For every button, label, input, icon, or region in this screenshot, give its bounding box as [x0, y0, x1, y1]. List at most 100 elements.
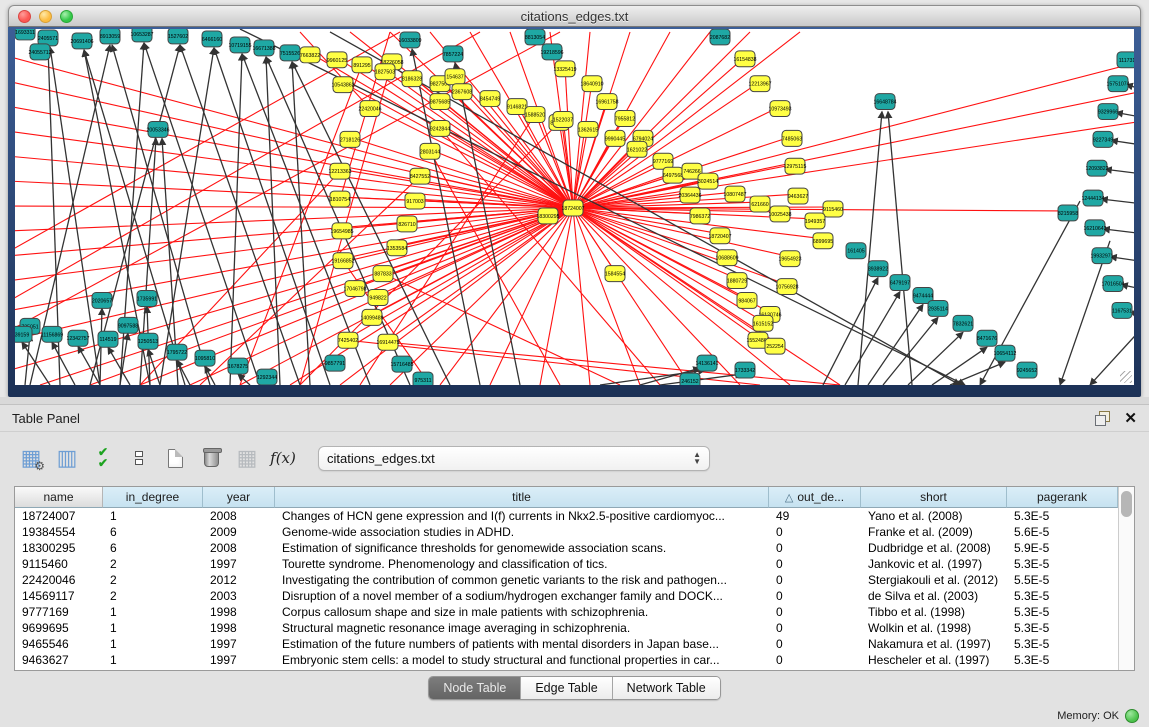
table-cell[interactable]: 2008: [203, 540, 275, 556]
table-cell[interactable]: 2009: [203, 524, 275, 540]
graph-node[interactable]: 12213363: [328, 163, 351, 179]
tab-edge-table[interactable]: Edge Table: [521, 677, 612, 699]
table-cell[interactable]: 2012: [203, 572, 275, 588]
graph-node[interactable]: 2020657: [92, 293, 112, 309]
graph-node[interactable]: 9245652: [1017, 362, 1037, 378]
graph-node[interactable]: 1693311: [15, 29, 35, 40]
delete-column-button[interactable]: [196, 443, 226, 473]
table-cell[interactable]: 18300295: [15, 540, 103, 556]
table-cell[interactable]: 0: [769, 636, 861, 652]
table-cell[interactable]: 6: [103, 540, 203, 556]
graph-node[interactable]: 10973493: [768, 101, 791, 117]
table-cell[interactable]: 1: [103, 636, 203, 652]
table-cell[interactable]: Disruption of a novel member of a sodium…: [275, 588, 769, 604]
graph-node[interactable]: 114519: [98, 331, 118, 347]
table-cell[interactable]: 9465546: [15, 636, 103, 652]
scrollbar-thumb[interactable]: [1121, 491, 1132, 517]
graph-node[interactable]: 2087682: [710, 29, 730, 45]
graph-node[interactable]: 16961758: [595, 94, 618, 110]
table-row[interactable]: 969969511998Structural magnetic resonanc…: [15, 620, 1118, 636]
table-cell[interactable]: 22420046: [15, 572, 103, 588]
memory-indicator[interactable]: [1125, 709, 1139, 723]
graph-node[interactable]: 17016504: [1101, 276, 1124, 292]
table-cell[interactable]: Franke et al. (2009): [861, 524, 1007, 540]
graph-node[interactable]: 8454749: [480, 91, 500, 107]
graph-node[interactable]: 9097588: [118, 317, 138, 333]
graph-node[interactable]: 10756928: [775, 279, 798, 295]
table-cell[interactable]: 5.5E-5: [1007, 572, 1118, 588]
graph-node[interactable]: 7857224: [443, 46, 463, 62]
graph-node[interactable]: 6497568: [663, 167, 683, 183]
table-cell[interactable]: 0: [769, 604, 861, 620]
network-canvas[interactable]: 1693311240557120691406891305910653287152…: [15, 29, 1134, 385]
citation-graph[interactable]: 1693311240557120691406891305910653287152…: [15, 29, 1134, 385]
tab-node-table[interactable]: Node Table: [429, 677, 521, 699]
graph-node[interactable]: 1880729: [727, 273, 747, 289]
graph-node[interactable]: 7515526: [280, 45, 300, 61]
graph-node[interactable]: 1353584: [387, 240, 407, 256]
graph-node[interactable]: 18720407: [708, 228, 731, 244]
graph-node[interactable]: 2935114: [928, 300, 948, 316]
graph-node[interactable]: 1167531: [1112, 302, 1132, 318]
graph-node[interactable]: 2803144: [420, 143, 440, 159]
table-cell[interactable]: 5.3E-5: [1007, 604, 1118, 620]
table-cell[interactable]: 2: [103, 588, 203, 604]
select-column-button[interactable]: ▥: [52, 443, 82, 473]
table-cell[interactable]: 5.3E-5: [1007, 556, 1118, 572]
table-cell[interactable]: Genome-wide association studies in ADHD.: [275, 524, 769, 540]
graph-node[interactable]: 20053346: [146, 121, 169, 137]
table-cell[interactable]: Hescheler et al. (1997): [861, 652, 1007, 668]
graph-node[interactable]: 24055712: [28, 44, 51, 60]
table-cell[interactable]: 19384554: [15, 524, 103, 540]
graph-node[interactable]: 16154838: [733, 51, 756, 67]
table-cell[interactable]: Nakamura et al. (1997): [861, 636, 1007, 652]
graph-node[interactable]: 11156869: [41, 326, 63, 342]
graph-node[interactable]: 6899695: [813, 233, 833, 249]
table-cell[interactable]: 2: [103, 572, 203, 588]
table-cell[interactable]: Jankovic et al. (1997): [861, 556, 1007, 572]
graph-node[interactable]: 8471676: [977, 330, 997, 346]
column-header-in_degree[interactable]: in_degree: [103, 487, 203, 508]
graph-node[interactable]: 1621022: [627, 141, 647, 157]
graph-node[interactable]: 1615152: [753, 315, 773, 331]
table-row[interactable]: 946554611997Estimation of the future num…: [15, 636, 1118, 652]
graph-node[interactable]: 826710: [397, 216, 417, 232]
graph-node[interactable]: 19166852: [331, 253, 354, 269]
graph-node[interactable]: 17046798: [343, 281, 366, 297]
tab-network-table[interactable]: Network Table: [613, 677, 720, 699]
close-icon[interactable]: ✕: [1124, 411, 1137, 426]
graph-node[interactable]: 1584554: [605, 266, 625, 282]
window-titlebar[interactable]: citations_edges.txt: [8, 5, 1141, 27]
table-cell[interactable]: 49: [769, 508, 861, 524]
table-cell[interactable]: 1998: [203, 604, 275, 620]
split-pane-divider[interactable]: [0, 397, 1149, 405]
graph-node[interactable]: 22420046: [358, 101, 381, 117]
graph-node[interactable]: 891295: [352, 57, 372, 73]
table-row[interactable]: 1830029562008Estimation of significance …: [15, 540, 1118, 556]
graph-node[interactable]: 10654112: [994, 345, 1017, 361]
graph-node[interactable]: 2367608: [452, 84, 472, 100]
graph-node[interactable]: 621660: [750, 196, 770, 212]
graph-node[interactable]: 14136141: [695, 355, 718, 371]
table-cell[interactable]: Tourette syndrome. Phenomenology and cla…: [275, 556, 769, 572]
graph-node[interactable]: 9242844: [430, 120, 450, 136]
function-builder-button[interactable]: f(x): [268, 443, 298, 473]
graph-node[interactable]: 8913059: [100, 29, 120, 44]
table-cell[interactable]: Yano et al. (2008): [861, 508, 1007, 524]
table-cell[interactable]: 1997: [203, 636, 275, 652]
graph-node[interactable]: 12093822: [1085, 160, 1108, 176]
close-button[interactable]: [18, 10, 31, 23]
table-cell[interactable]: 6: [103, 524, 203, 540]
graph-node[interactable]: 3024514: [698, 173, 718, 189]
graph-node[interactable]: 9990445: [605, 130, 625, 146]
table-cell[interactable]: 5.3E-5: [1007, 508, 1118, 524]
graph-node[interactable]: 8813054: [525, 29, 545, 45]
column-header-pagerank[interactable]: pagerank: [1007, 487, 1118, 508]
table-cell[interactable]: 9463627: [15, 652, 103, 668]
graph-node[interactable]: 6466160: [202, 31, 222, 47]
delete-table-button[interactable]: ▦: [232, 443, 262, 473]
table-cell[interactable]: 0: [769, 652, 861, 668]
table-cell[interactable]: 0: [769, 620, 861, 636]
graph-node[interactable]: 12444134: [1081, 190, 1104, 206]
graph-node[interactable]: 1362615: [578, 121, 598, 137]
